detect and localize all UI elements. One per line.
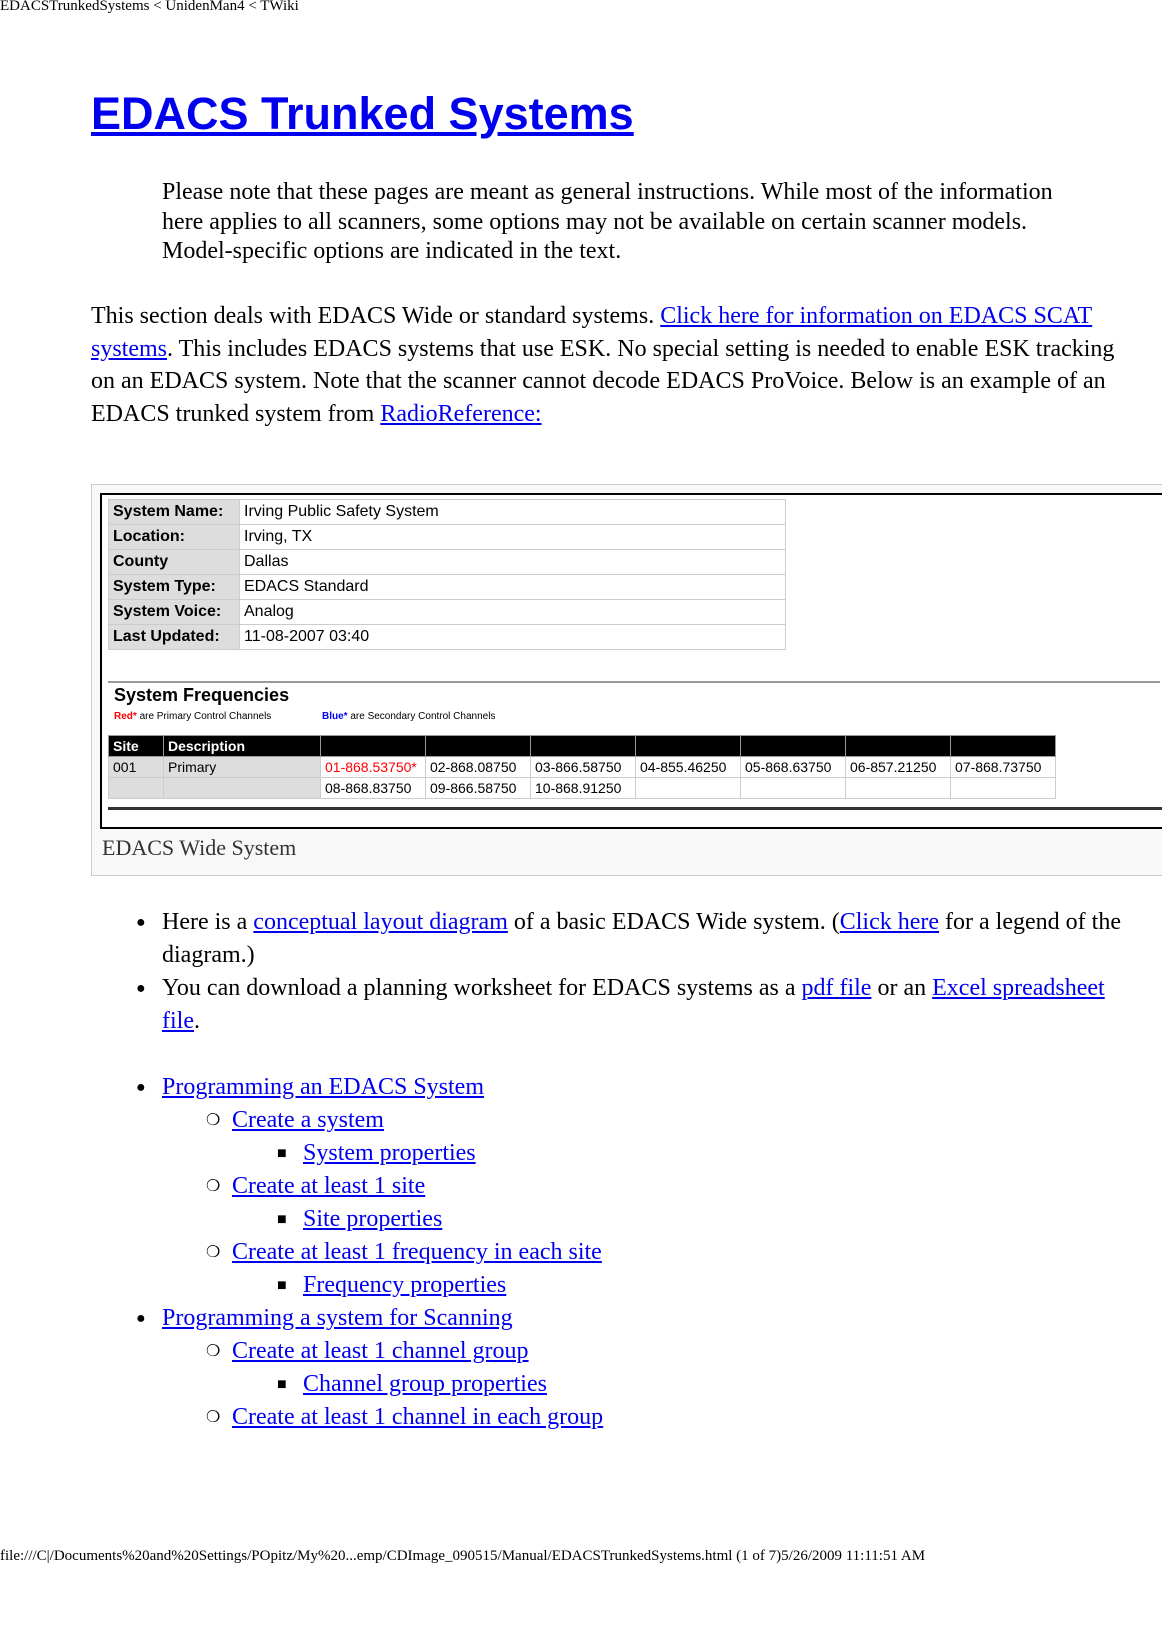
- nav-item: ■ Site properties: [277, 1203, 1122, 1236]
- square-bullet-icon: ■: [277, 1145, 287, 1162]
- info-key: System Name:: [108, 499, 240, 525]
- legend-blue: Blue*: [322, 711, 348, 722]
- circle-bullet-icon: ❍: [206, 1112, 221, 1129]
- nav-link[interactable]: Site properties: [303, 1206, 442, 1232]
- system-info-table: System Name: Irving Public Safety System …: [108, 499, 786, 650]
- square-bullet-icon: ■: [277, 1376, 287, 1393]
- nav-link[interactable]: Channel group properties: [303, 1371, 547, 1397]
- text: .: [193, 1008, 200, 1034]
- nav-link[interactable]: Programming a system for Scanning: [162, 1305, 513, 1331]
- list-item: ● Here is a conceptual layout diagram of …: [136, 906, 1122, 972]
- window-title: EDACSTrunkedSystems < UnidenMan4 < TWiki: [0, 0, 299, 14]
- nav-link[interactable]: System properties: [303, 1140, 476, 1166]
- circle-bullet-icon: ❍: [206, 1343, 221, 1360]
- info-key: Last Updated:: [108, 624, 240, 650]
- diagram-link[interactable]: conceptual layout diagram: [253, 909, 508, 935]
- circle-bullet-icon: ❍: [206, 1244, 221, 1261]
- text: Here is a: [162, 909, 254, 935]
- header-site: Site: [108, 735, 164, 757]
- freq-cell: 10-868.91250: [530, 777, 636, 799]
- freq-cell: 04-855.46250: [635, 756, 741, 778]
- intro-paragraph: This section deals with EDACS Wide or st…: [91, 300, 1121, 430]
- info-value: Analog: [239, 599, 786, 625]
- nav-link[interactable]: Frequency properties: [303, 1272, 506, 1298]
- freq-cell: 06-857.21250: [845, 756, 951, 778]
- info-value: Irving Public Safety System: [239, 499, 786, 525]
- nav-item: ❍ Create at least 1 site: [206, 1170, 1122, 1203]
- divider: [108, 807, 1162, 810]
- freq-cell: 01-868.53750*: [320, 756, 426, 778]
- info-value: EDACS Standard: [239, 574, 786, 600]
- square-bullet-icon: ■: [277, 1211, 287, 1228]
- square-bullet-icon: ■: [277, 1277, 287, 1294]
- info-value: 11-08-2007 03:40: [239, 624, 786, 650]
- nav-item: ❍ Create at least 1 channel group: [206, 1335, 1122, 1368]
- info-key: Location:: [108, 524, 240, 550]
- nav-item: ● Programming an EDACS System: [136, 1071, 1122, 1104]
- page-title: EDACS Trunked Systems: [91, 88, 634, 140]
- bullet-icon: ●: [136, 1310, 146, 1327]
- freq-cell: 07-868.73750: [950, 756, 1056, 778]
- freq-cell: 03-866.58750: [530, 756, 636, 778]
- system-screenshot: System Name: Irving Public Safety System …: [100, 493, 1162, 829]
- nav-item: ■ System properties: [277, 1137, 1122, 1170]
- nav-item: ❍ Create at least 1 frequency in each sit…: [206, 1236, 1122, 1269]
- nav-item: ❍ Create at least 1 channel in each group: [206, 1401, 1122, 1434]
- legend-link[interactable]: Click here: [840, 909, 939, 935]
- pdf-link[interactable]: pdf file: [801, 975, 871, 1001]
- figure: System Name: Irving Public Safety System …: [91, 484, 1162, 876]
- nav-link[interactable]: Create a system: [232, 1107, 384, 1133]
- freq-cell: 02-868.08750: [425, 756, 531, 778]
- radioreference-link[interactable]: RadioReference:: [380, 401, 541, 427]
- freq-cell: 05-868.63750: [740, 756, 846, 778]
- header-description: Description: [163, 735, 321, 757]
- nav-link[interactable]: Programming an EDACS System: [162, 1074, 484, 1100]
- nav-link[interactable]: Create at least 1 site: [232, 1173, 425, 1199]
- legend-secondary: Blue* are Secondary Control Channels: [322, 711, 495, 722]
- info-value: Irving, TX: [239, 524, 786, 550]
- legend-text: are Primary Control Channels: [136, 711, 272, 722]
- nav-item: ● Programming a system for Scanning: [136, 1302, 1122, 1335]
- nav-link[interactable]: Create at least 1 channel in each group: [232, 1404, 603, 1430]
- general-note: Please note that these pages are meant a…: [162, 179, 1053, 264]
- text: This section deals with EDACS Wide or st…: [91, 303, 661, 329]
- divider: [108, 681, 1160, 683]
- info-key: System Voice:: [108, 599, 240, 625]
- footer-path: file:///C|/Documents%20and%20Settings/PO…: [0, 1548, 926, 1564]
- info-key: System Type:: [108, 574, 240, 600]
- content-list: ● Here is a conceptual layout diagram of …: [136, 906, 1122, 1434]
- text: of a basic EDACS Wide system. (: [507, 909, 840, 935]
- description-cell: Primary: [163, 756, 321, 778]
- nav-item: ■ Frequency properties: [277, 1269, 1122, 1302]
- circle-bullet-icon: ❍: [206, 1178, 221, 1195]
- bullet-icon: ●: [136, 980, 146, 997]
- text: You can download a planning worksheet fo…: [162, 975, 802, 1001]
- circle-bullet-icon: ❍: [206, 1409, 221, 1426]
- bullet-icon: ●: [136, 914, 146, 931]
- legend-text: are Secondary Control Channels: [347, 711, 496, 722]
- info-key: County: [108, 549, 240, 575]
- page-title-link[interactable]: EDACS Trunked Systems: [91, 88, 634, 139]
- freq-cell: 09-866.58750: [425, 777, 531, 799]
- legend-primary: Red* are Primary Control Channels: [114, 711, 271, 722]
- nav-item: ❍ Create a system: [206, 1104, 1122, 1137]
- text: . This includes EDACS systems that use E…: [91, 335, 1115, 427]
- nav-link[interactable]: Create at least 1 channel group: [232, 1338, 529, 1364]
- text: or an: [871, 975, 933, 1001]
- frequency-table: Site Description 001 Primary 01-868.53750*…: [108, 735, 1056, 799]
- info-value: Dallas: [239, 549, 786, 575]
- legend-red: Red*: [114, 711, 137, 722]
- nav-item: ■ Channel group properties: [277, 1368, 1122, 1401]
- site-cell: 001: [108, 756, 164, 778]
- nav-link[interactable]: Create at least 1 frequency in each site: [232, 1239, 602, 1265]
- freq-cell: 08-868.83750: [320, 777, 426, 799]
- figure-caption: EDACS Wide System: [102, 835, 297, 860]
- bullet-icon: ●: [136, 1079, 146, 1096]
- frequencies-title: System Frequencies: [114, 685, 290, 705]
- list-item: ● You can download a planning worksheet f…: [136, 972, 1122, 1038]
